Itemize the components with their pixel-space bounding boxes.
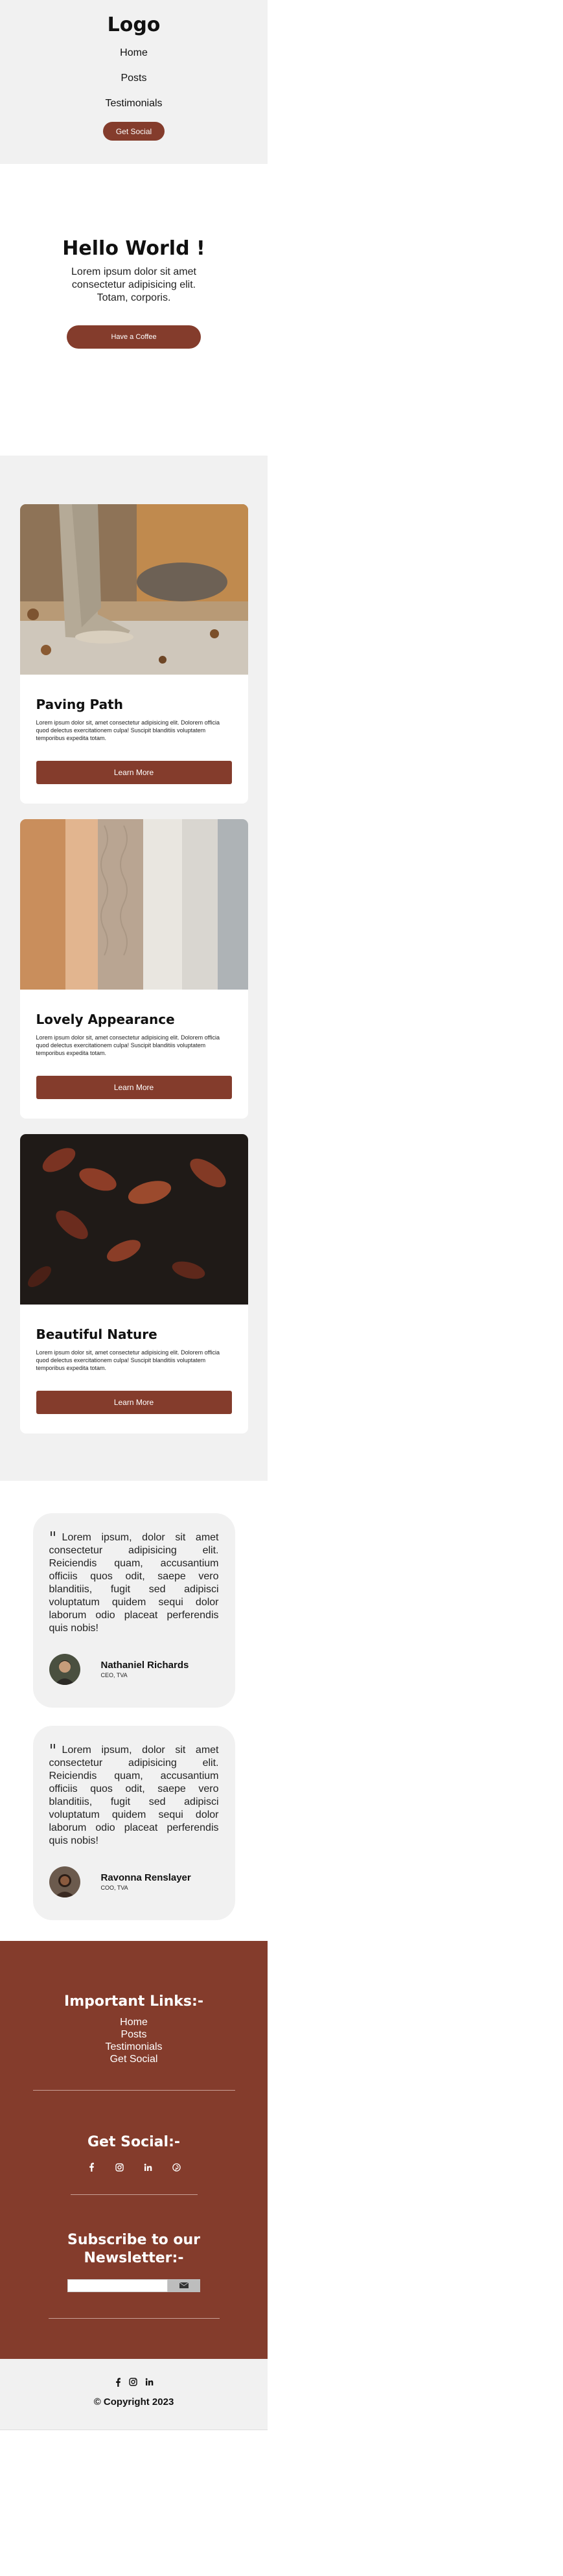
divider [32,2090,235,2091]
linkedin-icon[interactable] [145,2378,154,2390]
facebook-icon[interactable] [115,2378,121,2390]
card-text: Lorem ipsum dolor sit, amet consectetur … [36,719,220,741]
quote-mark: " [49,1529,57,1548]
instagram-icon[interactable] [128,2378,137,2390]
send-icon [179,2280,189,2292]
testimonial-card: " Lorem ipsum, dolor sit amet consectetu… [32,1513,235,1708]
pinterest-icon[interactable] [172,2162,182,2172]
logo[interactable]: Logo [108,14,161,36]
card-paving-path: Paving Path Lorem ipsum dolor sit, amet … [19,504,248,804]
divider [48,2318,220,2319]
have-coffee-button[interactable]: Have a Coffee [67,325,201,349]
learn-more-button[interactable]: Learn More [36,1391,232,1414]
footer-social-icons [86,2162,182,2172]
linkedin-icon[interactable] [143,2162,154,2172]
page: Logo Home Posts Testimonials Get Social … [0,0,563,2576]
footer-link-posts[interactable]: Posts [105,2028,162,2041]
card-text: Lorem ipsum dolor sit, amet consectetur … [36,1349,220,1371]
testimonial-text: Lorem ipsum, dolor sit amet consectetur … [49,1745,219,1846]
testimonial-author: Ravonna Renslayer COO, TVA [49,1866,191,1897]
card-image-boots [19,504,248,675]
card-beautiful-nature: Beautiful Nature Lorem ipsum dolor sit, … [19,1134,248,1433]
divider [70,2194,198,2195]
avatar [49,1654,80,1685]
author-name: Nathaniel Richards [100,1660,189,1671]
card-title: Beautiful Nature [36,1327,157,1342]
footer-link-get-social[interactable]: Get Social [105,2053,162,2065]
mobile-column: Logo Home Posts Testimonials Get Social … [0,0,268,2430]
footer-link-home[interactable]: Home [105,2016,162,2028]
bottom-bar: © Copyright 2023 [0,2359,268,2430]
important-links-title: Important Links:- [64,1993,203,2010]
get-social-title: Get Social:- [87,2134,180,2150]
card-title: Lovely Appearance [36,1012,175,1027]
footer-link-testimonials[interactable]: Testimonials [105,2041,162,2053]
instagram-icon[interactable] [115,2162,125,2172]
learn-more-button[interactable]: Learn More [36,1076,232,1099]
cards-section: Paving Path Lorem ipsum dolor sit, amet … [0,456,268,1481]
author-role: COO, TVA [100,1885,128,1891]
learn-more-button[interactable]: Learn More [36,761,232,784]
newsletter-title: Subscribe to our Newsletter:- [67,2232,201,2266]
hero-section: Hello World ! Lorem ipsum dolor sit amet… [0,164,268,456]
newsletter-email-input[interactable] [67,2279,168,2292]
copyright: © Copyright 2023 [93,2396,174,2408]
hero-title: Hello World ! [62,237,205,260]
testimonial-author: Nathaniel Richards CEO, TVA [49,1654,189,1685]
newsletter-submit-button[interactable] [168,2279,200,2292]
card-image-sweaters [19,819,248,990]
card-image-leaves [19,1134,248,1305]
main-nav: Home Posts Testimonials [105,47,162,122]
card-lovely-appearance: Lovely Appearance Lorem ipsum dolor sit,… [19,819,248,1119]
nav-testimonials[interactable]: Testimonials [105,97,162,110]
nav-posts[interactable]: Posts [105,72,162,85]
testimonial-card: " Lorem ipsum, dolor sit amet consectetu… [32,1726,235,1920]
nav-home[interactable]: Home [105,47,162,60]
avatar [49,1866,80,1897]
card-text: Lorem ipsum dolor sit, amet consectetur … [36,1034,220,1056]
get-social-button[interactable]: Get Social [103,122,165,141]
newsletter-form [67,2279,200,2292]
quote-mark: " [49,1741,57,1761]
testimonial-text: Lorem ipsum, dolor sit amet consectetur … [49,1532,219,1634]
site-header: Logo Home Posts Testimonials Get Social [0,0,268,164]
hero-text: Lorem ipsum dolor sit amet consectetur a… [71,266,196,303]
facebook-icon[interactable] [86,2162,97,2172]
footer-links: Home Posts Testimonials Get Social [105,2016,162,2065]
author-role: CEO, TVA [100,1672,128,1678]
site-footer: Important Links:- Home Posts Testimonial… [0,1941,268,2359]
author-name: Ravonna Renslayer [100,1872,191,1883]
testimonials-section: " Lorem ipsum, dolor sit amet consectetu… [0,1481,268,1941]
card-title: Paving Path [36,697,123,712]
bottom-social-icons [115,2378,154,2390]
